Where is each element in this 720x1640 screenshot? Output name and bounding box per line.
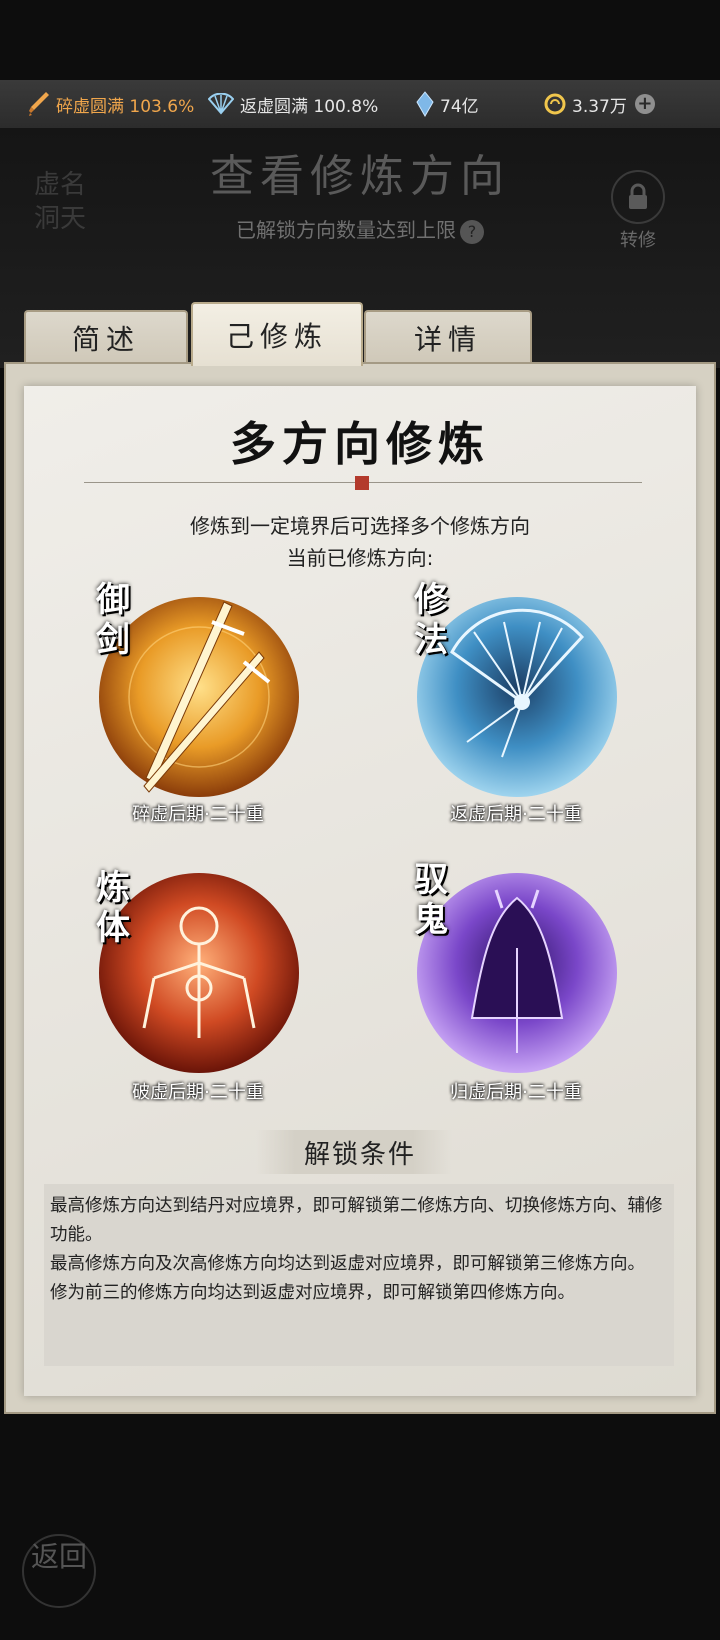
condition-line: 最高修炼方向及次高修炼方向均达到返虚对应境界，即可解锁第三修炼方向。 bbox=[50, 1254, 645, 1274]
direction-level-ghost: 归虚后期·二十重 bbox=[450, 1082, 582, 1103]
help-icon[interactable]: ? bbox=[460, 219, 484, 244]
condition-line: 修为前三的修炼方向均达到返虚对应境界，即可解锁第四修炼方向。 bbox=[50, 1283, 575, 1303]
panel-description: 修炼到一定境界后可选择多个修炼方向 bbox=[190, 514, 530, 538]
fan-resource[interactable]: 返虚圆满 100.8% bbox=[208, 80, 378, 128]
coin-icon bbox=[544, 93, 566, 115]
back-button[interactable]: 返回 bbox=[22, 1534, 96, 1608]
sword-resource-text: 碎虚圆满 103.6% bbox=[56, 96, 195, 117]
direction-tag-sword: 御剑 bbox=[96, 580, 132, 660]
switch-label: 转修 bbox=[620, 230, 656, 251]
tab-details[interactable]: 详情 bbox=[364, 310, 532, 364]
switch-cultivation-button[interactable]: 转修 bbox=[608, 170, 668, 252]
spirit-stone-resource[interactable]: 74亿 bbox=[416, 80, 479, 128]
sword-resource[interactable]: 碎虚圆满 103.6% bbox=[28, 80, 194, 128]
sword-icon bbox=[29, 92, 49, 116]
resource-bar: 碎虚圆满 103.6% 返虚圆满 100.8% 74亿 3.37万 + bbox=[0, 80, 720, 129]
direction-tag-dharma: 修法 bbox=[414, 580, 450, 660]
direction-tag-text: 炼体 bbox=[96, 868, 130, 948]
current-directions-label: 当前已修炼方向: bbox=[286, 546, 434, 570]
tab-overview[interactable]: 简述 bbox=[24, 310, 188, 364]
coin-resource[interactable]: 3.37万 + bbox=[544, 80, 655, 128]
red-seal-icon bbox=[355, 476, 369, 490]
direction-level-sword: 碎虚后期·二十重 bbox=[132, 804, 264, 825]
tab-cultivated[interactable]: 己修炼 bbox=[191, 302, 363, 366]
direction-tag-text: 驭鬼 bbox=[414, 860, 448, 940]
condition-line: 最高修炼方向达到结丹对应境界，即可解锁第二修炼方向、切换修炼方向、辅修功能。 bbox=[50, 1196, 663, 1245]
direction-tag-text: 修法 bbox=[414, 580, 448, 660]
direction-level-body: 破虚后期·二十重 bbox=[132, 1082, 264, 1103]
subtitle-text: 已解锁方向数量达到上限 bbox=[236, 218, 456, 242]
spirit-stone-text: 74亿 bbox=[440, 96, 479, 117]
panel-title: 多方向修炼 bbox=[230, 417, 490, 471]
spirit-stone-icon bbox=[416, 91, 434, 117]
direction-tag-ghost: 驭鬼 bbox=[414, 860, 450, 940]
direction-tag-text: 御剑 bbox=[96, 580, 130, 660]
add-coin-button[interactable]: + bbox=[634, 94, 655, 114]
lock-icon bbox=[611, 170, 665, 224]
conditions-title: 解锁条件 bbox=[303, 1140, 416, 1170]
direction-tag-body: 炼体 bbox=[96, 868, 132, 948]
fan-icon bbox=[208, 93, 234, 115]
conditions-box: 最高修炼方向达到结丹对应境界，即可解锁第二修炼方向、切换修炼方向、辅修功能。 最… bbox=[44, 1184, 674, 1366]
direction-level-dharma: 返虚后期·二十重 bbox=[450, 804, 582, 825]
fan-resource-text: 返虚圆满 100.8% bbox=[240, 96, 379, 117]
coin-text: 3.37万 bbox=[572, 96, 627, 117]
